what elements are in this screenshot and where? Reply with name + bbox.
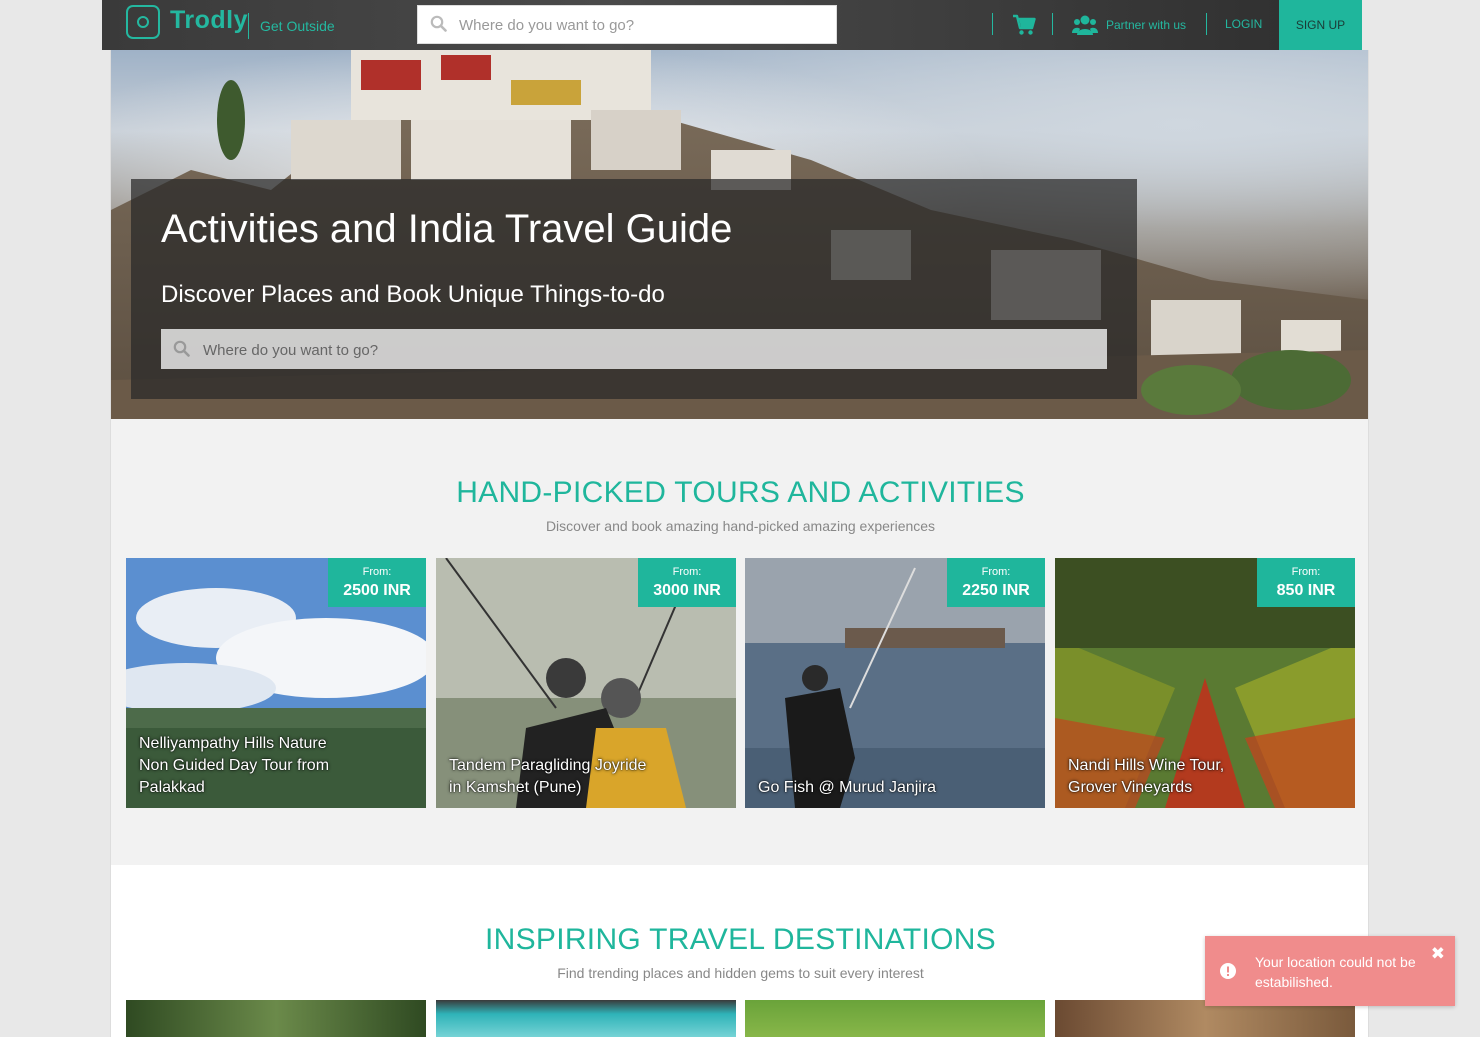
top-navbar: Trodly Get Outside Partner with us LOGIN… [102, 0, 1362, 50]
tour-card-title[interactable]: Go Fish @ Murud Janjira [758, 777, 963, 799]
logo-icon[interactable] [126, 5, 160, 39]
nav-divider [1052, 13, 1053, 35]
price-badge: From: 2500 INR [328, 558, 426, 607]
destination-card[interactable] [436, 1000, 736, 1037]
search-icon [430, 15, 447, 32]
page-container: Activities and India Travel Guide Discov… [110, 50, 1369, 1037]
location-error-toast: Your location could not be estabilished.… [1205, 936, 1455, 1006]
price-prefix: From: [981, 566, 1011, 578]
toast-message: Your location could not be estabilished. [1255, 954, 1416, 990]
price-prefix: From: [672, 566, 702, 578]
tour-card[interactable]: From: 3000 INR Tandem Paragliding Joyrid… [436, 558, 736, 808]
hero-search-box[interactable] [161, 329, 1107, 371]
price-badge: From: 2250 INR [947, 558, 1045, 607]
destination-card-list [126, 1000, 1355, 1037]
logo[interactable]: Trodly [170, 6, 248, 35]
price-value: 2500 INR [343, 582, 411, 599]
tour-card-title[interactable]: Nandi Hills Wine Tour, Grover Vineyards [1068, 755, 1273, 799]
partner-link[interactable]: Partner with us [1106, 18, 1186, 32]
price-prefix: From: [362, 566, 392, 578]
login-link[interactable]: LOGIN [1225, 17, 1262, 31]
tour-card-title[interactable]: Tandem Paragliding Joyride in Kamshet (P… [449, 755, 654, 799]
destination-card[interactable] [126, 1000, 426, 1037]
price-value: 2250 INR [962, 582, 1030, 599]
tour-card[interactable]: From: 850 INR Nandi Hills Wine Tour, Gro… [1055, 558, 1355, 808]
alert-icon [1220, 963, 1236, 979]
hero-banner: Activities and India Travel Guide Discov… [111, 50, 1368, 419]
price-badge: From: 850 INR [1257, 558, 1355, 607]
hero-search-input[interactable] [201, 329, 1095, 371]
price-value: 3000 INR [653, 582, 721, 599]
price-prefix: From: [1291, 566, 1321, 578]
nav-divider [992, 13, 993, 35]
cart-icon[interactable] [1012, 14, 1036, 36]
tour-card[interactable]: From: 2500 INR Nelliyampathy Hills Natur… [126, 558, 426, 808]
tour-card-title[interactable]: Nelliyampathy Hills Nature Non Guided Da… [139, 733, 344, 799]
hero-title: Activities and India Travel Guide [161, 207, 733, 251]
price-badge: From: 3000 INR [638, 558, 736, 607]
tour-card-list: From: 2500 INR Nelliyampathy Hills Natur… [126, 558, 1355, 808]
destinations-section-subtitle: Find trending places and hidden gems to … [557, 965, 924, 981]
signup-button[interactable]: SIGN UP [1279, 0, 1362, 50]
destinations-section-title: INSPIRING TRAVEL DESTINATIONS [484, 923, 996, 956]
destination-card[interactable] [745, 1000, 1045, 1037]
nav-search-input[interactable] [457, 6, 831, 45]
search-icon [173, 340, 190, 357]
logo-divider [248, 13, 249, 39]
close-icon[interactable]: ✖ [1431, 944, 1445, 964]
hero-subtitle: Discover Places and Book Unique Things-t… [161, 281, 665, 308]
nav-divider [1206, 13, 1207, 35]
tours-section-title: HAND-PICKED TOURS AND ACTIVITIES [456, 476, 1025, 509]
price-value: 850 INR [1276, 582, 1336, 599]
users-icon[interactable] [1072, 13, 1098, 37]
nav-search-box[interactable] [417, 5, 837, 45]
tour-card[interactable]: From: 2250 INR Go Fish @ Murud Janjira [745, 558, 1045, 808]
tagline: Get Outside [260, 18, 335, 34]
hero-panel: Activities and India Travel Guide Discov… [131, 179, 1137, 399]
tours-section-subtitle: Discover and book amazing hand-picked am… [545, 518, 936, 534]
